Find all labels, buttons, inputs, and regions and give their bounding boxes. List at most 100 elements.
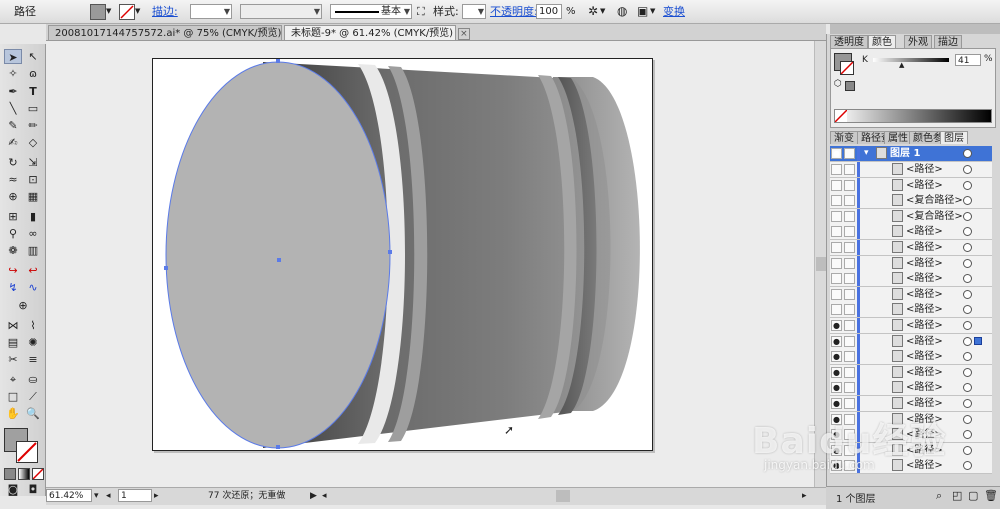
tab-attributes[interactable]: 属性 <box>884 131 912 144</box>
lock-toggle[interactable] <box>844 226 855 238</box>
layer-item-row[interactable]: ● <路径> <box>830 458 992 475</box>
free-transform-tool-icon[interactable]: ⊡ <box>24 172 42 187</box>
lock-toggle[interactable] <box>844 195 855 207</box>
hand-tool-icon[interactable]: ✋ <box>4 406 22 421</box>
lock-toggle[interactable] <box>844 304 855 316</box>
fill-swatch[interactable] <box>90 4 106 20</box>
item-name[interactable]: <路径> <box>906 224 943 239</box>
lock-toggle[interactable] <box>844 444 855 456</box>
eye-icon[interactable]: ● <box>831 398 842 409</box>
eye-icon[interactable] <box>831 164 842 175</box>
item-name[interactable]: <路径> <box>906 427 943 442</box>
layer-item-row[interactable]: <复合路径> <box>830 193 992 210</box>
chevron-down-icon[interactable]: ▼ <box>650 7 655 15</box>
eyedropper-tool-icon[interactable]: ⚲ <box>4 226 22 241</box>
layer-item-row[interactable]: ● <路径> <box>830 333 992 350</box>
layer-item-row[interactable]: <路径> <box>830 162 992 178</box>
stroke-weight-select[interactable]: ▼ <box>190 4 232 19</box>
eye-icon[interactable]: ● <box>831 460 842 472</box>
target-icon[interactable] <box>963 336 972 346</box>
layer-item-row[interactable]: ● <路径> <box>830 364 992 381</box>
target-icon[interactable] <box>963 258 972 268</box>
scale-tool-icon[interactable]: ⇲ <box>24 155 42 170</box>
layer-item-row[interactable]: <路径> <box>830 302 992 319</box>
target-icon[interactable] <box>963 165 972 174</box>
lock-toggle[interactable] <box>844 413 855 425</box>
layer-item-row[interactable]: ● <路径> <box>830 427 992 444</box>
eye-icon[interactable]: ● <box>831 320 842 331</box>
rotate-tool-icon[interactable]: ↻ <box>4 155 22 170</box>
lasso-tool-icon[interactable]: ɷ <box>24 66 42 81</box>
tab-appearance[interactable]: 外观 <box>904 35 932 48</box>
tab-document-2[interactable]: 未标题-9* @ 61.42% (CMYK/预览) × <box>284 25 470 40</box>
none-mode-icon[interactable] <box>32 468 44 480</box>
k-slider[interactable] <box>873 58 949 62</box>
screen-mode-icon[interactable]: ◘ <box>24 482 42 497</box>
item-name[interactable]: <路径> <box>906 240 943 255</box>
target-icon[interactable] <box>963 149 972 158</box>
brush-select[interactable]: 基本 ▼ <box>330 4 412 19</box>
type-tool-icon[interactable]: T <box>24 84 42 99</box>
eye-icon[interactable]: ● <box>831 148 842 159</box>
canvas-area[interactable]: ➚ <box>46 41 814 487</box>
eraser-tool-icon[interactable]: ◇ <box>24 135 42 150</box>
target-icon[interactable] <box>963 414 972 424</box>
target-icon[interactable] <box>963 352 972 362</box>
target-icon[interactable] <box>963 383 972 393</box>
scissors-tool-icon[interactable]: ✂ <box>4 352 22 367</box>
rectangle-tool-icon[interactable]: ▭ <box>24 101 42 116</box>
eye-icon[interactable] <box>831 257 842 269</box>
trash-icon[interactable]: 🗑 <box>984 489 998 502</box>
layer-item-row[interactable]: ● <路径> <box>830 318 992 334</box>
item-name[interactable]: <路径> <box>906 458 943 473</box>
gamut-swatch[interactable] <box>845 81 855 91</box>
blend-tool-icon[interactable]: ∞ <box>24 226 42 241</box>
lock-toggle[interactable] <box>844 335 855 347</box>
convert-anchor-tool-icon[interactable]: ↯ <box>4 280 22 295</box>
target-icon[interactable] <box>963 211 972 221</box>
item-name[interactable]: <路径> <box>906 349 943 364</box>
anchor-tool-icon[interactable]: ↪ <box>4 263 22 278</box>
layer-item-row[interactable]: ● <路径> <box>830 411 992 428</box>
target-icon[interactable] <box>963 274 972 284</box>
curve-tool-icon[interactable]: ↩ <box>24 263 42 278</box>
item-name[interactable]: <路径> <box>906 302 943 317</box>
smooth-tool-icon[interactable]: ∿ <box>24 280 42 295</box>
slice-tool-icon[interactable]: ⋈ <box>4 318 22 333</box>
artboard-rect-tool-icon[interactable]: □ <box>4 389 22 404</box>
lock-toggle[interactable] <box>844 273 855 285</box>
layer-item-row[interactable]: <路径> <box>830 255 992 272</box>
eye-icon[interactable]: ● <box>831 366 842 378</box>
chevron-down-icon[interactable]: ▾ <box>94 490 99 502</box>
crosshair-tool-icon[interactable]: ⊕ <box>14 298 32 313</box>
paintbrush-tool-icon[interactable]: ✎ <box>4 118 22 133</box>
lock-toggle[interactable] <box>844 382 855 394</box>
gradient-mode-icon[interactable] <box>18 468 30 480</box>
opacity-link[interactable]: 不透明度: <box>490 3 538 21</box>
artboard-tool-icon[interactable]: ⌇ <box>24 318 42 333</box>
chevron-down-icon[interactable]: ▼ <box>600 7 605 15</box>
zoom-select[interactable]: 61.42% <box>46 489 92 502</box>
target-icon[interactable] <box>963 461 972 471</box>
hscroll-thumb[interactable] <box>556 490 570 502</box>
first-page-icon[interactable]: ◂ <box>106 490 111 502</box>
live-paint-tool-icon[interactable]: ⛀ <box>24 372 42 387</box>
draw-normal-icon[interactable]: ◙ <box>4 482 22 497</box>
direct-selection-tool-icon[interactable]: ↖ <box>24 49 42 64</box>
target-icon[interactable] <box>963 321 972 330</box>
style-swatch-select[interactable]: ▼ <box>462 4 486 19</box>
magic-wand-tool-icon[interactable]: ✧ <box>4 66 22 81</box>
lock-toggle[interactable] <box>844 288 855 300</box>
item-name[interactable]: <路径> <box>906 396 943 411</box>
lock-toggle[interactable] <box>844 257 855 269</box>
target-icon[interactable] <box>963 227 972 237</box>
new-layer-icon[interactable]: ▢ <box>968 489 978 502</box>
tab-document-1[interactable]: 20081017144757572.ai* @ 75% (CMYK/预览)× <box>48 25 299 40</box>
lock-toggle[interactable] <box>844 148 855 159</box>
tab-stroke[interactable]: 描边 <box>934 35 962 48</box>
knife-tool-icon[interactable]: ≡ <box>24 352 42 367</box>
align-icon[interactable]: ⛶ <box>417 5 425 19</box>
artboard[interactable] <box>152 58 653 451</box>
warp-tool-icon[interactable]: ≈ <box>4 172 22 187</box>
arrange-icon[interactable]: ▣ <box>637 4 648 18</box>
